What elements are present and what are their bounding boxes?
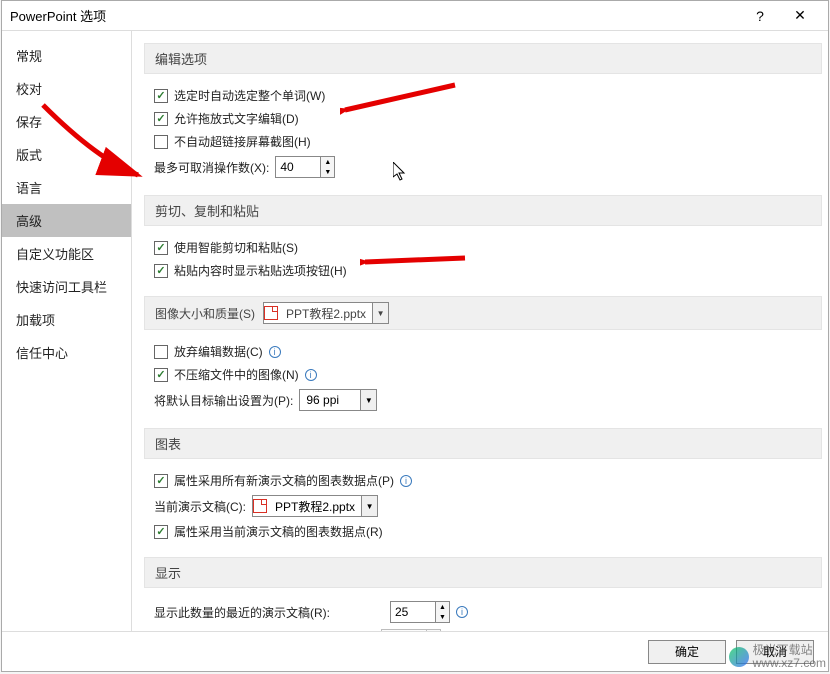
- dropdown-current-presentation-value: PPT教程2.pptx: [269, 498, 361, 515]
- spinner-down-icon[interactable]: ▼: [321, 167, 334, 177]
- spinner-down-icon[interactable]: ▼: [436, 612, 449, 622]
- label-default-output: 将默认目标输出设置为(P):: [154, 392, 293, 409]
- sidebar-item-proofing[interactable]: 校对: [2, 72, 131, 105]
- label-no-compress: 不压缩文件中的图像(N): [174, 366, 299, 383]
- section-chart-title: 图表: [144, 428, 822, 459]
- label-smart-paste: 使用智能剪切和粘贴(S): [174, 239, 298, 256]
- sidebar-item-trust[interactable]: 信任中心: [2, 336, 131, 369]
- input-quick-recent: [382, 630, 426, 631]
- spinner-quick-recent: ▲▼: [381, 629, 441, 631]
- spinner-up-icon: ▲: [427, 630, 440, 631]
- dropdown-default-output[interactable]: 96 ppi ▼: [299, 389, 377, 411]
- dropdown-image-file-value: PPT教程2.pptx: [280, 305, 372, 322]
- checkbox-select-word[interactable]: [154, 89, 168, 103]
- info-icon[interactable]: i: [456, 606, 468, 618]
- checkbox-smart-paste[interactable]: [154, 241, 168, 255]
- label-discard-edit: 放弃编辑数据(C): [174, 343, 263, 360]
- spinner-up-icon[interactable]: ▲: [436, 602, 449, 612]
- label-recent-count: 显示此数量的最近的演示文稿(R):: [154, 604, 384, 621]
- footer: 确定 取消: [2, 631, 828, 671]
- section-ccp-title: 剪切、复制和粘贴: [144, 195, 822, 226]
- label-chart-current: 属性采用当前演示文稿的图表数据点(R): [174, 523, 383, 540]
- label-drag-edit: 允许拖放式文字编辑(D): [174, 110, 299, 127]
- dropdown-default-output-value: 96 ppi: [300, 393, 360, 407]
- content-panel: 编辑选项 选定时自动选定整个单词(W) 允许拖放式文字编辑(D) 不自动超链接屏…: [132, 31, 828, 631]
- dropdown-image-file[interactable]: PPT教程2.pptx ▼: [263, 302, 389, 324]
- help-button[interactable]: ?: [740, 2, 780, 30]
- sidebar-item-qat[interactable]: 快速访问工具栏: [2, 270, 131, 303]
- sidebar-item-advanced[interactable]: 高级: [2, 204, 131, 237]
- sidebar-item-general[interactable]: 常规: [2, 39, 131, 72]
- sidebar-item-addins[interactable]: 加载项: [2, 303, 131, 336]
- info-icon[interactable]: i: [269, 346, 281, 358]
- cancel-button[interactable]: 取消: [736, 640, 814, 664]
- spinner-recent-count[interactable]: ▲▼: [390, 601, 450, 623]
- pptx-file-icon: [253, 499, 267, 513]
- label-max-undo: 最多可取消操作数(X):: [154, 159, 269, 176]
- spinner-max-undo[interactable]: ▲▼: [275, 156, 335, 178]
- info-icon[interactable]: i: [400, 475, 412, 487]
- titlebar: PowerPoint 选项 ? ✕: [2, 1, 828, 31]
- section-image-header: 图像大小和质量(S) PPT教程2.pptx ▼: [144, 296, 822, 330]
- dropdown-current-presentation[interactable]: PPT教程2.pptx ▼: [252, 495, 378, 517]
- chevron-down-icon[interactable]: ▼: [372, 303, 388, 323]
- section-display-title: 显示: [144, 557, 822, 588]
- window-title: PowerPoint 选项: [10, 6, 740, 25]
- label-select-word: 选定时自动选定整个单词(W): [174, 87, 325, 104]
- checkbox-no-screenshot[interactable]: [154, 135, 168, 149]
- sidebar-item-layout[interactable]: 版式: [2, 138, 131, 171]
- checkbox-drag-edit[interactable]: [154, 112, 168, 126]
- checkbox-no-compress[interactable]: [154, 368, 168, 382]
- checkbox-chart-all-new[interactable]: [154, 474, 168, 488]
- input-max-undo[interactable]: [276, 157, 320, 177]
- input-recent-count[interactable]: [391, 602, 435, 622]
- chevron-down-icon[interactable]: ▼: [361, 496, 377, 516]
- section-edit-title: 编辑选项: [144, 43, 822, 74]
- spinner-up-icon[interactable]: ▲: [321, 157, 334, 167]
- sidebar-item-save[interactable]: 保存: [2, 105, 131, 138]
- sidebar-item-language[interactable]: 语言: [2, 171, 131, 204]
- section-image-title: 图像大小和质量(S): [155, 305, 255, 322]
- sidebar-item-customize-ribbon[interactable]: 自定义功能区: [2, 237, 131, 270]
- info-icon[interactable]: i: [305, 369, 317, 381]
- close-button[interactable]: ✕: [780, 2, 820, 30]
- label-paste-options: 粘贴内容时显示粘贴选项按钮(H): [174, 262, 347, 279]
- label-chart-all-new: 属性采用所有新演示文稿的图表数据点(P): [174, 472, 394, 489]
- pptx-file-icon: [264, 306, 278, 320]
- checkbox-paste-options[interactable]: [154, 264, 168, 278]
- chevron-down-icon[interactable]: ▼: [360, 390, 376, 410]
- label-no-screenshot: 不自动超链接屏幕截图(H): [174, 133, 311, 150]
- checkbox-discard-edit[interactable]: [154, 345, 168, 359]
- sidebar: 常规 校对 保存 版式 语言 高级 自定义功能区 快速访问工具栏 加载项 信任中…: [2, 31, 132, 631]
- checkbox-chart-current[interactable]: [154, 525, 168, 539]
- label-current-presentation: 当前演示文稿(C):: [154, 498, 246, 515]
- ok-button[interactable]: 确定: [648, 640, 726, 664]
